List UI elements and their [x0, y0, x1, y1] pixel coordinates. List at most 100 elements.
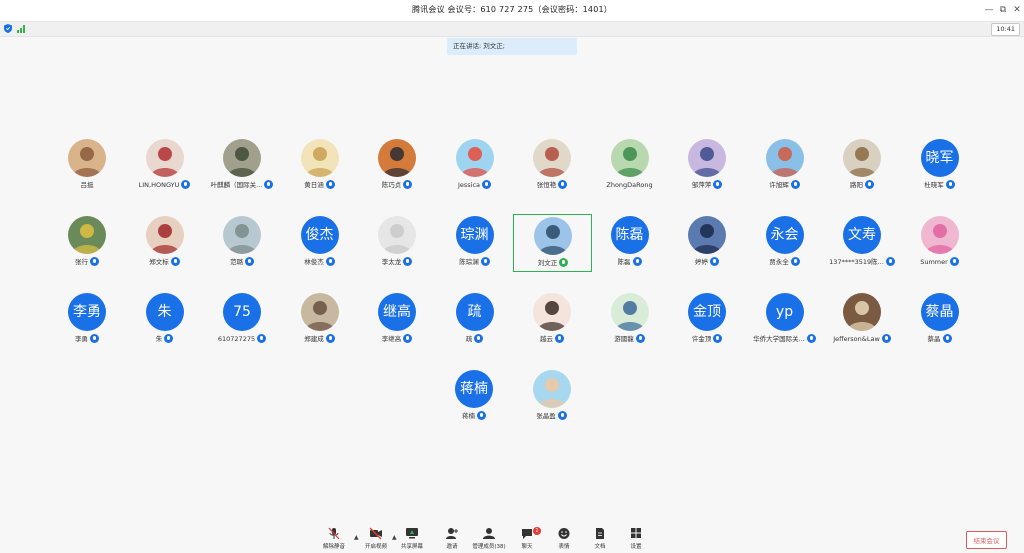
participant-name: 刘文正: [537, 259, 558, 267]
mic-icon: [245, 257, 254, 266]
avatar-initials: 琮渊: [455, 216, 494, 254]
share-screen-icon: [406, 528, 418, 539]
documents-button[interactable]: 文档: [580, 527, 620, 553]
avatar: [378, 139, 416, 177]
mic-icon: [482, 180, 492, 189]
avatar: [68, 216, 106, 254]
reactions-label: 表情: [558, 544, 570, 550]
avatar: [688, 216, 726, 254]
mic-icon: [480, 257, 490, 266]
mic-icon: [557, 411, 567, 420]
end-meeting-button[interactable]: 结束会议: [966, 531, 1007, 549]
participant-name: 郑文标: [149, 258, 169, 266]
participant-name: 贾永全: [769, 258, 789, 266]
participant-tile[interactable]: Summer: [901, 214, 979, 272]
mic-icon: [559, 258, 569, 267]
participant-name: 李太龙: [381, 258, 402, 266]
mic-icon: [555, 334, 564, 343]
mic-icon: [325, 180, 335, 189]
unmute-label: 解除静音: [322, 544, 345, 550]
participant-name: 叶麒麟（国际关...: [210, 181, 263, 189]
participant-grid: 吕挺 LIN,HONGYU 叶麒麟（国际关... 黄日涵 陈巧贞 Jessica 张恒艳 Zh…: [0, 0, 1024, 553]
avatar: [843, 293, 881, 331]
participant-tile[interactable]: 晓军杜晓军: [901, 137, 979, 195]
share-screen-button[interactable]: 共享屏幕: [392, 527, 432, 553]
mic-icon: [865, 180, 874, 189]
participant-name: 许金顶: [691, 335, 712, 343]
participant-name: 邹萍萍: [691, 181, 712, 189]
participant-name: 杜晓军: [924, 181, 944, 189]
avatar: [610, 293, 649, 331]
document-icon: [596, 528, 604, 539]
mic-icon: [558, 180, 568, 189]
participant-tile[interactable]: 蔡晶 蔡晶: [901, 291, 979, 349]
start-video-button[interactable]: 开启视频: [356, 527, 396, 553]
participant-name: 路阳: [850, 181, 863, 189]
participant-name: 华侨大学国际关...: [753, 335, 805, 343]
avatar-initials: yp: [765, 293, 804, 331]
chat-icon: [522, 529, 532, 539]
participant-tile[interactable]: 张晶盈: [513, 368, 591, 426]
avatar: [145, 139, 184, 177]
mic-icon: [90, 257, 99, 266]
settings-grid-icon: [631, 528, 641, 538]
participant-name: 蔡晶: [927, 335, 941, 343]
mic-icon: [325, 257, 335, 266]
avatar: [532, 370, 571, 408]
participant-name: 范璐: [230, 258, 243, 266]
avatar-initials: 蔡晶: [920, 293, 959, 331]
add-person-icon: [446, 528, 458, 539]
participant-name: 陈磊: [617, 258, 631, 266]
avatar-initials: 继高: [378, 293, 416, 331]
participant-name: 林俊杰: [304, 258, 324, 266]
avatar-initials: 晓军: [920, 139, 959, 177]
participant-name: 李继高: [381, 335, 402, 343]
avatar: [300, 139, 339, 177]
mic-icon: [790, 180, 800, 189]
settings-label: 设置: [630, 544, 642, 550]
mic-icon: [403, 180, 413, 189]
mic-icon: [713, 334, 723, 343]
mic-icon: [164, 334, 174, 343]
avatar: [533, 293, 571, 331]
avatar-initials: 蒋楠: [455, 370, 493, 408]
participant-name: Jessica: [457, 181, 481, 189]
participant-name: 李勇: [75, 335, 88, 343]
mic-icon: [945, 180, 955, 189]
start-video-label: 开启视频: [364, 544, 387, 550]
participant-name: 游國龍: [614, 335, 634, 343]
mic-icon: [635, 334, 645, 343]
chat-button[interactable]: 1 聊天: [507, 527, 547, 553]
participant-name: 许旭辉: [769, 181, 789, 189]
participant-name: 陈琮渊: [459, 258, 479, 266]
avatar: [223, 139, 261, 177]
avatar: [765, 139, 804, 177]
mic-icon: [474, 334, 484, 343]
share-screen-label: 共享屏幕: [400, 544, 423, 550]
participant-name-row: 张晶盈: [501, 411, 603, 422]
mic-muted-icon: [328, 527, 340, 540]
manage-members-button[interactable]: 管理成员(38): [469, 527, 509, 553]
mic-icon: [403, 334, 413, 343]
mic-icon: [257, 334, 267, 343]
meeting-toolbar: 解除静音 ▲ 开启视频 ▲ 共享屏幕 邀请 管理成员(38) 1 聊天 表情 文…: [0, 524, 1024, 553]
avatar: [300, 293, 339, 331]
members-icon: [483, 528, 495, 539]
camera-off-icon: [369, 527, 382, 540]
reactions-button[interactable]: 表情: [544, 527, 584, 553]
participant-name: 张晶盈: [536, 412, 556, 420]
manage-members-label: 管理成员(38): [472, 544, 506, 550]
mic-icon: [949, 257, 959, 266]
avatar-initials: 金顶: [688, 293, 726, 331]
unmute-button[interactable]: 解除静音: [314, 527, 354, 553]
participant-name-row: 蔡晶: [889, 334, 991, 345]
participant-name: 黄日涵: [304, 181, 324, 189]
participant-name: Summer: [920, 258, 948, 266]
participant-name: 婷婷: [695, 258, 708, 266]
chat-unread-badge: 1: [533, 527, 541, 535]
invite-button[interactable]: 邀请: [432, 527, 472, 553]
settings-button[interactable]: 设置: [616, 527, 656, 553]
chat-label: 聊天: [521, 544, 533, 550]
avatar: [378, 216, 416, 254]
smiley-icon: [558, 528, 570, 539]
